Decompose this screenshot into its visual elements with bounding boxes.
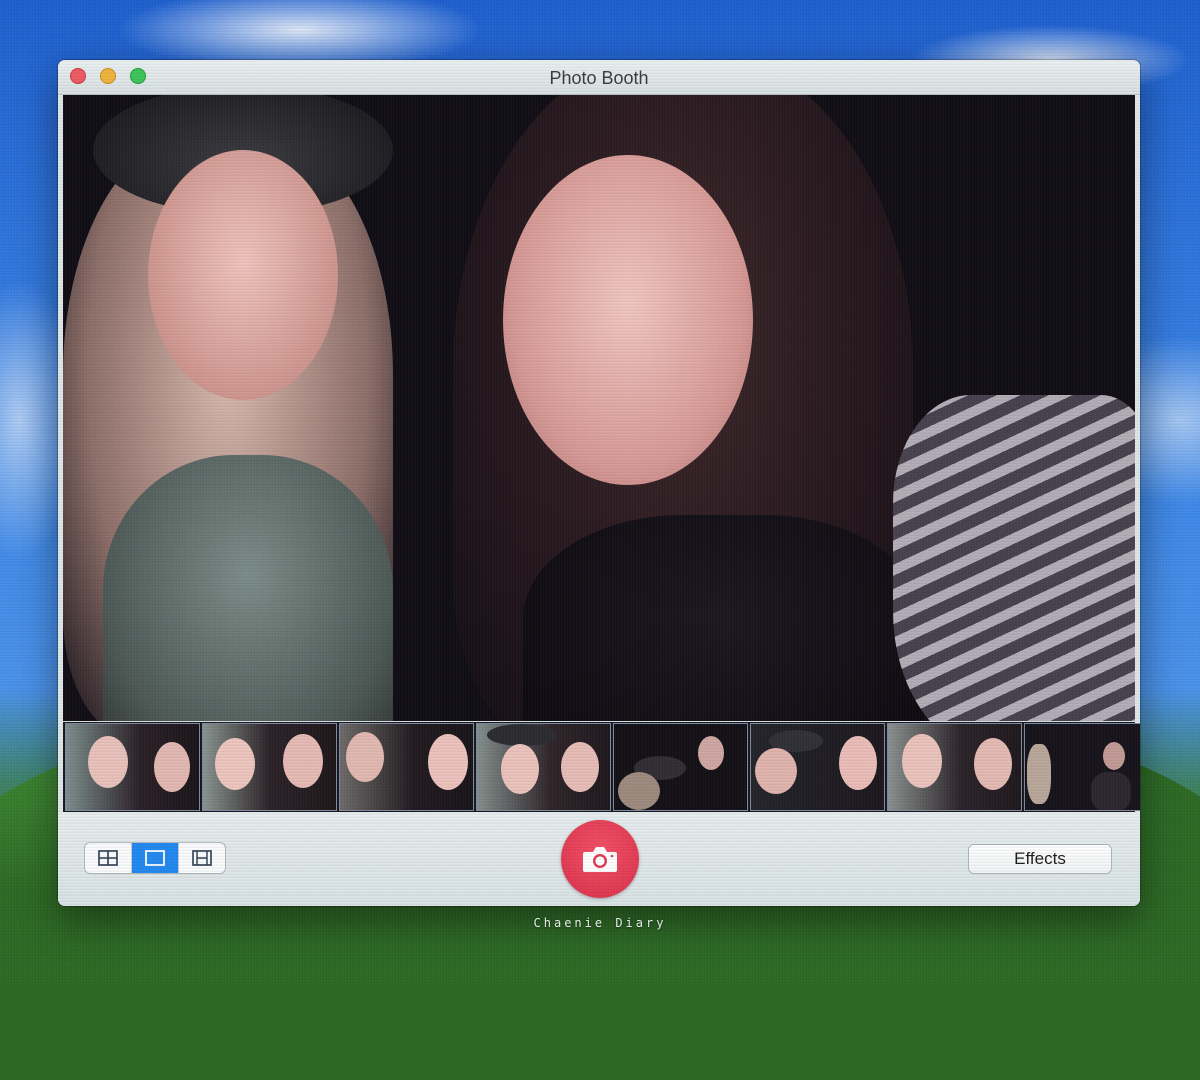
watermark-text: Chaenie Diary (533, 916, 667, 930)
photo-filmstrip (63, 722, 1140, 812)
camera-icon (583, 847, 617, 872)
filmstrip-thumbnail[interactable] (65, 723, 200, 811)
take-photo-button[interactable] (561, 820, 639, 898)
single-photo-icon (145, 850, 165, 866)
layout-mode-segmented-control (85, 843, 225, 873)
preview-right-top (523, 515, 923, 721)
single-photo-mode-button[interactable] (132, 843, 179, 873)
window-title: Photo Booth (549, 68, 649, 88)
grid-icon (98, 850, 118, 866)
filmstrip-thumbnail[interactable] (1024, 723, 1140, 811)
filmstrip-thumbnail[interactable] (202, 723, 337, 811)
preview-left-face (148, 150, 338, 400)
bottom-toolbar: Effects (58, 813, 1140, 906)
title-bar[interactable]: Photo Booth (58, 60, 1140, 95)
filmstrip-thumbnail[interactable] (339, 723, 474, 811)
filmstrip-thumbnail[interactable] (750, 723, 885, 811)
filmstrip-thumbnail[interactable] (887, 723, 1022, 811)
movie-mode-button[interactable] (179, 843, 225, 873)
photo-booth-window: Photo Booth Effects (58, 60, 1140, 906)
effects-button[interactable]: Effects (969, 845, 1111, 873)
camera-preview (63, 95, 1135, 721)
grid-mode-button[interactable] (85, 843, 132, 873)
film-icon (192, 850, 212, 866)
preview-plaid-sleeve (893, 395, 1135, 721)
filmstrip-thumbnail[interactable] (476, 723, 611, 811)
preview-left-sweater (103, 455, 393, 721)
filmstrip-thumbnail[interactable] (613, 723, 748, 811)
preview-right-face (503, 155, 753, 485)
